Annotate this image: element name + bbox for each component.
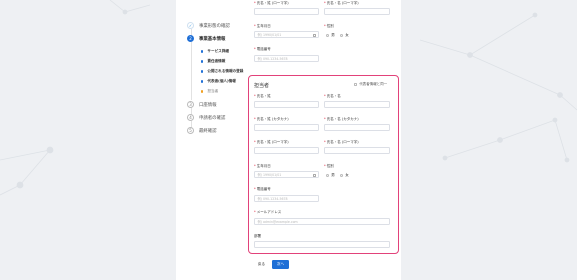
contact-email-label: *メールアドレス xyxy=(254,210,282,214)
substep-label: サービス詳細 xyxy=(207,49,229,53)
step-final-check[interactable]: 5 最終確認 xyxy=(187,127,217,134)
substep-responsible-person[interactable]: 責任者情報 xyxy=(201,59,225,64)
rep-gender-female-radio[interactable]: 女 xyxy=(340,33,349,38)
radio-icon xyxy=(340,173,344,178)
step-business-type[interactable]: ✓ 事業形態の確認 xyxy=(187,22,230,29)
step-label: 口座情報 xyxy=(199,102,217,108)
section-title: 担当者 xyxy=(254,83,270,89)
rep-last-roman-input[interactable] xyxy=(254,8,319,15)
stepper-line xyxy=(190,42,192,100)
contact-gender-female-radio[interactable]: 女 xyxy=(340,173,349,178)
check-icon: ✓ xyxy=(187,22,194,29)
back-button[interactable]: 戻る xyxy=(253,260,270,269)
rep-last-roman-label: *氏名・姓 (ローマ字) xyxy=(254,1,289,5)
contact-last-kana-input[interactable] xyxy=(254,124,319,131)
rep-birthdate-label: *生年月日 xyxy=(254,24,271,28)
step-label: 最終確認 xyxy=(199,128,217,134)
step-number: 5 xyxy=(187,127,194,134)
step-label: 事業形態の確認 xyxy=(199,23,230,29)
step-label: 申請者の確認 xyxy=(199,115,226,121)
contact-first-kana-label: *氏名・名 (カタカナ) xyxy=(324,117,359,121)
rep-gender-label: *性別 xyxy=(324,24,334,28)
rep-gender-male-radio[interactable]: 男 xyxy=(326,33,335,38)
step-number: 4 xyxy=(187,114,194,121)
contact-last-name-input[interactable] xyxy=(254,101,319,108)
contact-first-name-input[interactable] xyxy=(324,101,390,108)
rep-phone-label: *電話番号 xyxy=(254,47,271,51)
step-label: 事業基本情報 xyxy=(199,36,226,42)
rep-first-roman-input[interactable] xyxy=(324,8,390,15)
contact-first-roman-label: *氏名・名 (ローマ字) xyxy=(324,140,359,144)
radio-icon xyxy=(326,33,330,38)
same-as-representative-checkbox[interactable]: 代表者情報と同一 xyxy=(354,82,387,87)
step-number: 3 xyxy=(187,101,194,108)
contact-first-roman-input[interactable] xyxy=(324,147,390,154)
contact-last-kana-label: *氏名・姓 (カタカナ) xyxy=(254,117,289,121)
checkbox-icon xyxy=(354,82,358,87)
step-applicant-check[interactable]: 4 申請者の確認 xyxy=(187,114,225,121)
contact-birthdate-input[interactable]: 例) 1990/01/01 xyxy=(254,171,319,178)
rep-birthdate-input[interactable]: 例) 1990/01/01 xyxy=(254,31,319,38)
contact-birthdate-label: *生年月日 xyxy=(254,164,271,168)
contact-gender-label: *性別 xyxy=(324,164,334,168)
substep-public-info[interactable]: 公開される情報の登録 xyxy=(201,69,243,74)
substep-label: 代表者(個人)情報 xyxy=(207,79,236,83)
contact-first-kana-input[interactable] xyxy=(324,124,390,131)
step-number: 2 xyxy=(187,35,194,42)
next-button[interactable]: 次へ xyxy=(272,260,289,269)
substep-dot xyxy=(201,90,204,93)
substep-dot xyxy=(201,60,204,63)
radio-icon xyxy=(340,33,344,38)
step-bank-info[interactable]: 3 口座情報 xyxy=(187,101,217,108)
contact-gender-male-radio[interactable]: 男 xyxy=(326,173,335,178)
substep-dot xyxy=(201,80,204,83)
contact-phone-label: *電話番号 xyxy=(254,187,271,191)
substep-contact-person[interactable]: 担当者 xyxy=(201,89,218,94)
contact-last-roman-input[interactable] xyxy=(254,147,319,154)
step-business-info[interactable]: 2 事業基本情報 xyxy=(187,35,225,42)
contact-email-input[interactable]: 例) admin@example.com xyxy=(254,218,390,225)
contact-department-input[interactable] xyxy=(254,241,390,248)
substep-representative[interactable]: 代表者(個人)情報 xyxy=(201,79,236,84)
contact-last-roman-label: *氏名・姓 (ローマ字) xyxy=(254,140,289,144)
substep-service-details[interactable]: サービス詳細 xyxy=(201,49,229,54)
substep-label: 担当者 xyxy=(207,89,219,93)
substep-label: 責任者情報 xyxy=(207,59,226,63)
substep-dot xyxy=(201,50,204,53)
contact-phone-input[interactable]: 例) 090-1234-5678 xyxy=(254,195,319,202)
rep-phone-input[interactable]: 例) 090-1234-5678 xyxy=(254,55,319,62)
calendar-icon xyxy=(313,173,316,177)
rep-first-roman-label: *氏名・名 (ローマ字) xyxy=(324,1,359,5)
radio-icon xyxy=(326,173,330,178)
contact-department-label: 部署 xyxy=(254,234,261,238)
substep-label: 公開される情報の登録 xyxy=(207,69,244,73)
contact-last-name-label: *氏名・姓 xyxy=(254,94,271,98)
substep-dot xyxy=(201,70,204,73)
contact-first-name-label: *氏名・名 xyxy=(324,94,341,98)
calendar-icon xyxy=(313,33,316,37)
